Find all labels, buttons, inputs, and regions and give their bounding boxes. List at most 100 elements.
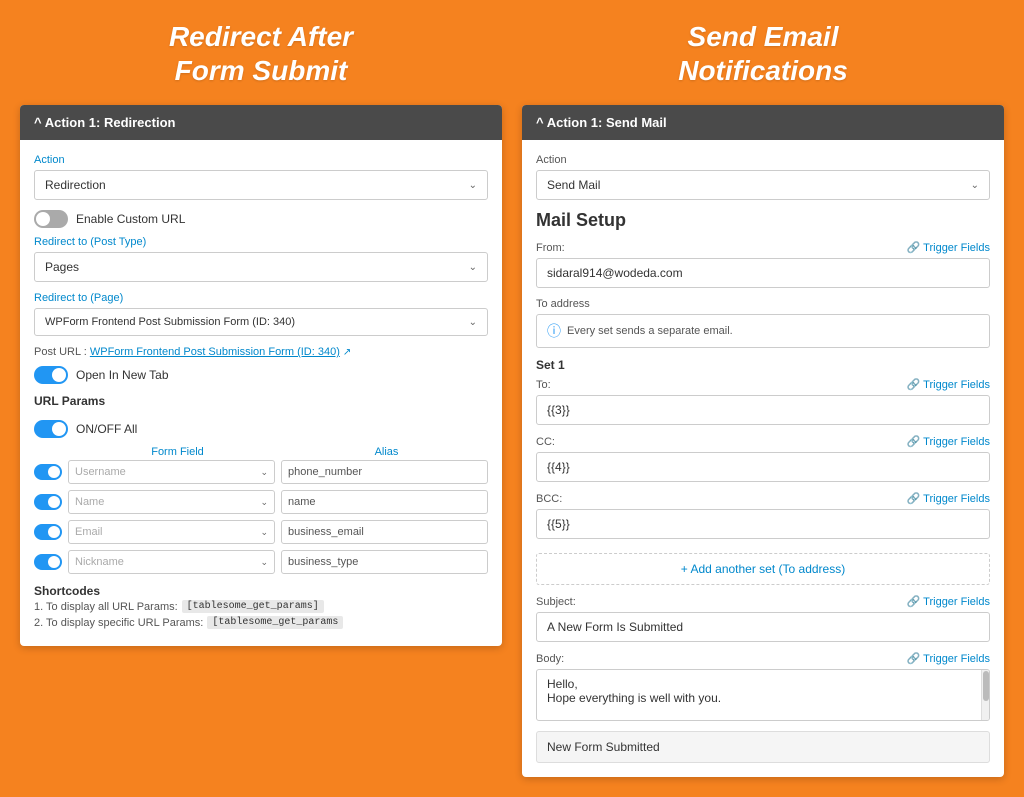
toggle-knob [48, 496, 60, 508]
enable-custom-url-toggle[interactable] [34, 210, 68, 228]
bcc-field-header: BCC: 🔗 Trigger Fields [536, 492, 990, 505]
on-off-all-toggle[interactable] [34, 420, 68, 438]
bcc-input[interactable]: {{5}} [536, 509, 990, 539]
left-title: Redirect After Form Submit [169, 20, 353, 87]
on-off-all-row: ON/OFF All [34, 420, 488, 438]
body-label: Body: [536, 653, 564, 665]
open-new-tab-toggle[interactable] [34, 366, 68, 384]
chevron-down-icon: ⌄ [469, 317, 477, 328]
param-alias-input-2[interactable] [281, 490, 488, 514]
body-group: Body: 🔗 Trigger Fields Hello, Hope every… [536, 652, 990, 721]
chevron-down-icon: ⌄ [971, 180, 979, 191]
shortcodes-section: Shortcodes 1. To display all URL Params:… [34, 582, 488, 629]
param-toggle-3[interactable] [34, 524, 62, 540]
from-input[interactable]: sidaral914@wodeda.com [536, 258, 990, 288]
action-select[interactable]: Redirection ⌄ [34, 170, 488, 200]
trigger-fields-to[interactable]: 🔗 Trigger Fields [906, 378, 990, 391]
to-field-group: To: 🔗 Trigger Fields {{3}} [536, 378, 990, 425]
scrollbar-track [981, 670, 989, 720]
params-row-4: Nickname ⌄ [34, 550, 488, 574]
new-form-submitted-row: New Form Submitted [536, 731, 990, 763]
enable-custom-url-label: Enable Custom URL [76, 212, 185, 226]
info-box: ⓘ Every set sends a separate email. [536, 314, 990, 348]
body-textarea[interactable]: Hello, Hope everything is well with you. [536, 669, 990, 721]
chevron-down-icon: ⌄ [469, 262, 477, 273]
redirect-page-label: Redirect to (Page) [34, 292, 488, 304]
chevron-down-icon: ⌄ [469, 180, 477, 191]
subject-label: Subject: [536, 596, 576, 608]
left-card: ^ Action 1: Redirection Action Redirecti… [20, 105, 502, 646]
set1-label: Set 1 [536, 358, 990, 372]
body-text: Hello, Hope everything is well with you. [547, 677, 979, 705]
to-label: To: [536, 379, 551, 391]
trigger-fields-cc[interactable]: 🔗 Trigger Fields [906, 435, 990, 448]
param-toggle-4[interactable] [34, 554, 62, 570]
scrollbar-thumb[interactable] [983, 671, 989, 701]
redirect-page-group: Redirect to (Page) WPForm Frontend Post … [34, 292, 488, 336]
post-url-link[interactable]: WPForm Frontend Post Submission Form (ID… [90, 346, 340, 358]
trigger-icon: 🔗 [906, 595, 920, 608]
redirect-page-select[interactable]: WPForm Frontend Post Submission Form (ID… [34, 308, 488, 336]
to-field-header: To: 🔗 Trigger Fields [536, 378, 990, 391]
trigger-icon: 🔗 [906, 378, 920, 391]
open-new-tab-row: Open In New Tab [34, 366, 488, 384]
param-toggle-2[interactable] [34, 494, 62, 510]
on-off-all-label: ON/OFF All [76, 422, 137, 436]
param-alias-input-4[interactable] [281, 550, 488, 574]
shortcodes-title: Shortcodes [34, 584, 100, 598]
trigger-icon: 🔗 [906, 652, 920, 665]
bcc-label: BCC: [536, 493, 562, 505]
shortcode-item-2: 2. To display specific URL Params: [tabl… [34, 616, 488, 629]
external-link-icon: ↗ [343, 347, 351, 358]
cc-input[interactable]: {{4}} [536, 452, 990, 482]
action-group: Action Redirection ⌄ [34, 154, 488, 200]
params-table-header: Form Field Alias [34, 446, 488, 458]
shortcode-badge-1: [tablesome_get_params] [182, 600, 324, 613]
right-action-select[interactable]: Send Mail ⌄ [536, 170, 990, 200]
bcc-field-group: BCC: 🔗 Trigger Fields {{5}} [536, 492, 990, 539]
trigger-icon: 🔗 [906, 492, 920, 505]
chevron-down-icon: ⌄ [260, 527, 268, 538]
post-url-row: Post URL : WPForm Frontend Post Submissi… [34, 346, 488, 358]
mail-setup-title: Mail Setup [536, 210, 990, 231]
trigger-fields-from[interactable]: 🔗 Trigger Fields [906, 241, 990, 254]
params-row-2: Name ⌄ [34, 490, 488, 514]
body-field-header: Body: 🔗 Trigger Fields [536, 652, 990, 665]
new-form-submitted-text: New Form Submitted [547, 740, 660, 754]
url-params-section: URL Params [34, 392, 488, 410]
add-set-button[interactable]: + Add another set (To address) [536, 553, 990, 585]
param-field-select-2[interactable]: Name ⌄ [68, 490, 275, 514]
param-alias-input-1[interactable] [281, 460, 488, 484]
trigger-icon: 🔗 [906, 241, 920, 254]
trigger-fields-subject[interactable]: 🔗 Trigger Fields [906, 595, 990, 608]
chevron-down-icon: ⌄ [260, 467, 268, 478]
left-card-body: Action Redirection ⌄ Enable Custom URL R… [20, 140, 502, 646]
right-card-header: ^ Action 1: Send Mail [522, 105, 1004, 140]
chevron-down-icon: ⌄ [260, 557, 268, 568]
param-field-select-3[interactable]: Email ⌄ [68, 520, 275, 544]
trigger-fields-bcc[interactable]: 🔗 Trigger Fields [906, 492, 990, 505]
trigger-icon: 🔗 [906, 435, 920, 448]
to-address-label: To address [536, 298, 990, 310]
subject-input[interactable]: A New Form Is Submitted [536, 612, 990, 642]
from-label: From: [536, 242, 565, 254]
param-field-select-1[interactable]: Username ⌄ [68, 460, 275, 484]
param-toggle-1[interactable] [34, 464, 62, 480]
param-field-select-4[interactable]: Nickname ⌄ [68, 550, 275, 574]
cc-field-group: CC: 🔗 Trigger Fields {{4}} [536, 435, 990, 482]
right-title: Send Email Notifications [678, 20, 848, 87]
alias-header: Alias [285, 446, 488, 458]
to-address-group: To address ⓘ Every set sends a separate … [536, 298, 990, 348]
redirect-post-type-select[interactable]: Pages ⌄ [34, 252, 488, 282]
enable-custom-url-row: Enable Custom URL [34, 210, 488, 228]
params-row-1: Username ⌄ [34, 460, 488, 484]
right-card: ^ Action 1: Send Mail Action Send Mail ⌄… [522, 105, 1004, 777]
info-icon: ⓘ [547, 321, 561, 341]
param-alias-input-3[interactable] [281, 520, 488, 544]
from-field-header: From: 🔗 Trigger Fields [536, 241, 990, 254]
toggle-knob [52, 368, 66, 382]
trigger-fields-body[interactable]: 🔗 Trigger Fields [906, 652, 990, 665]
url-params-label: URL Params [34, 394, 105, 408]
chevron-down-icon: ⌄ [260, 497, 268, 508]
to-input[interactable]: {{3}} [536, 395, 990, 425]
